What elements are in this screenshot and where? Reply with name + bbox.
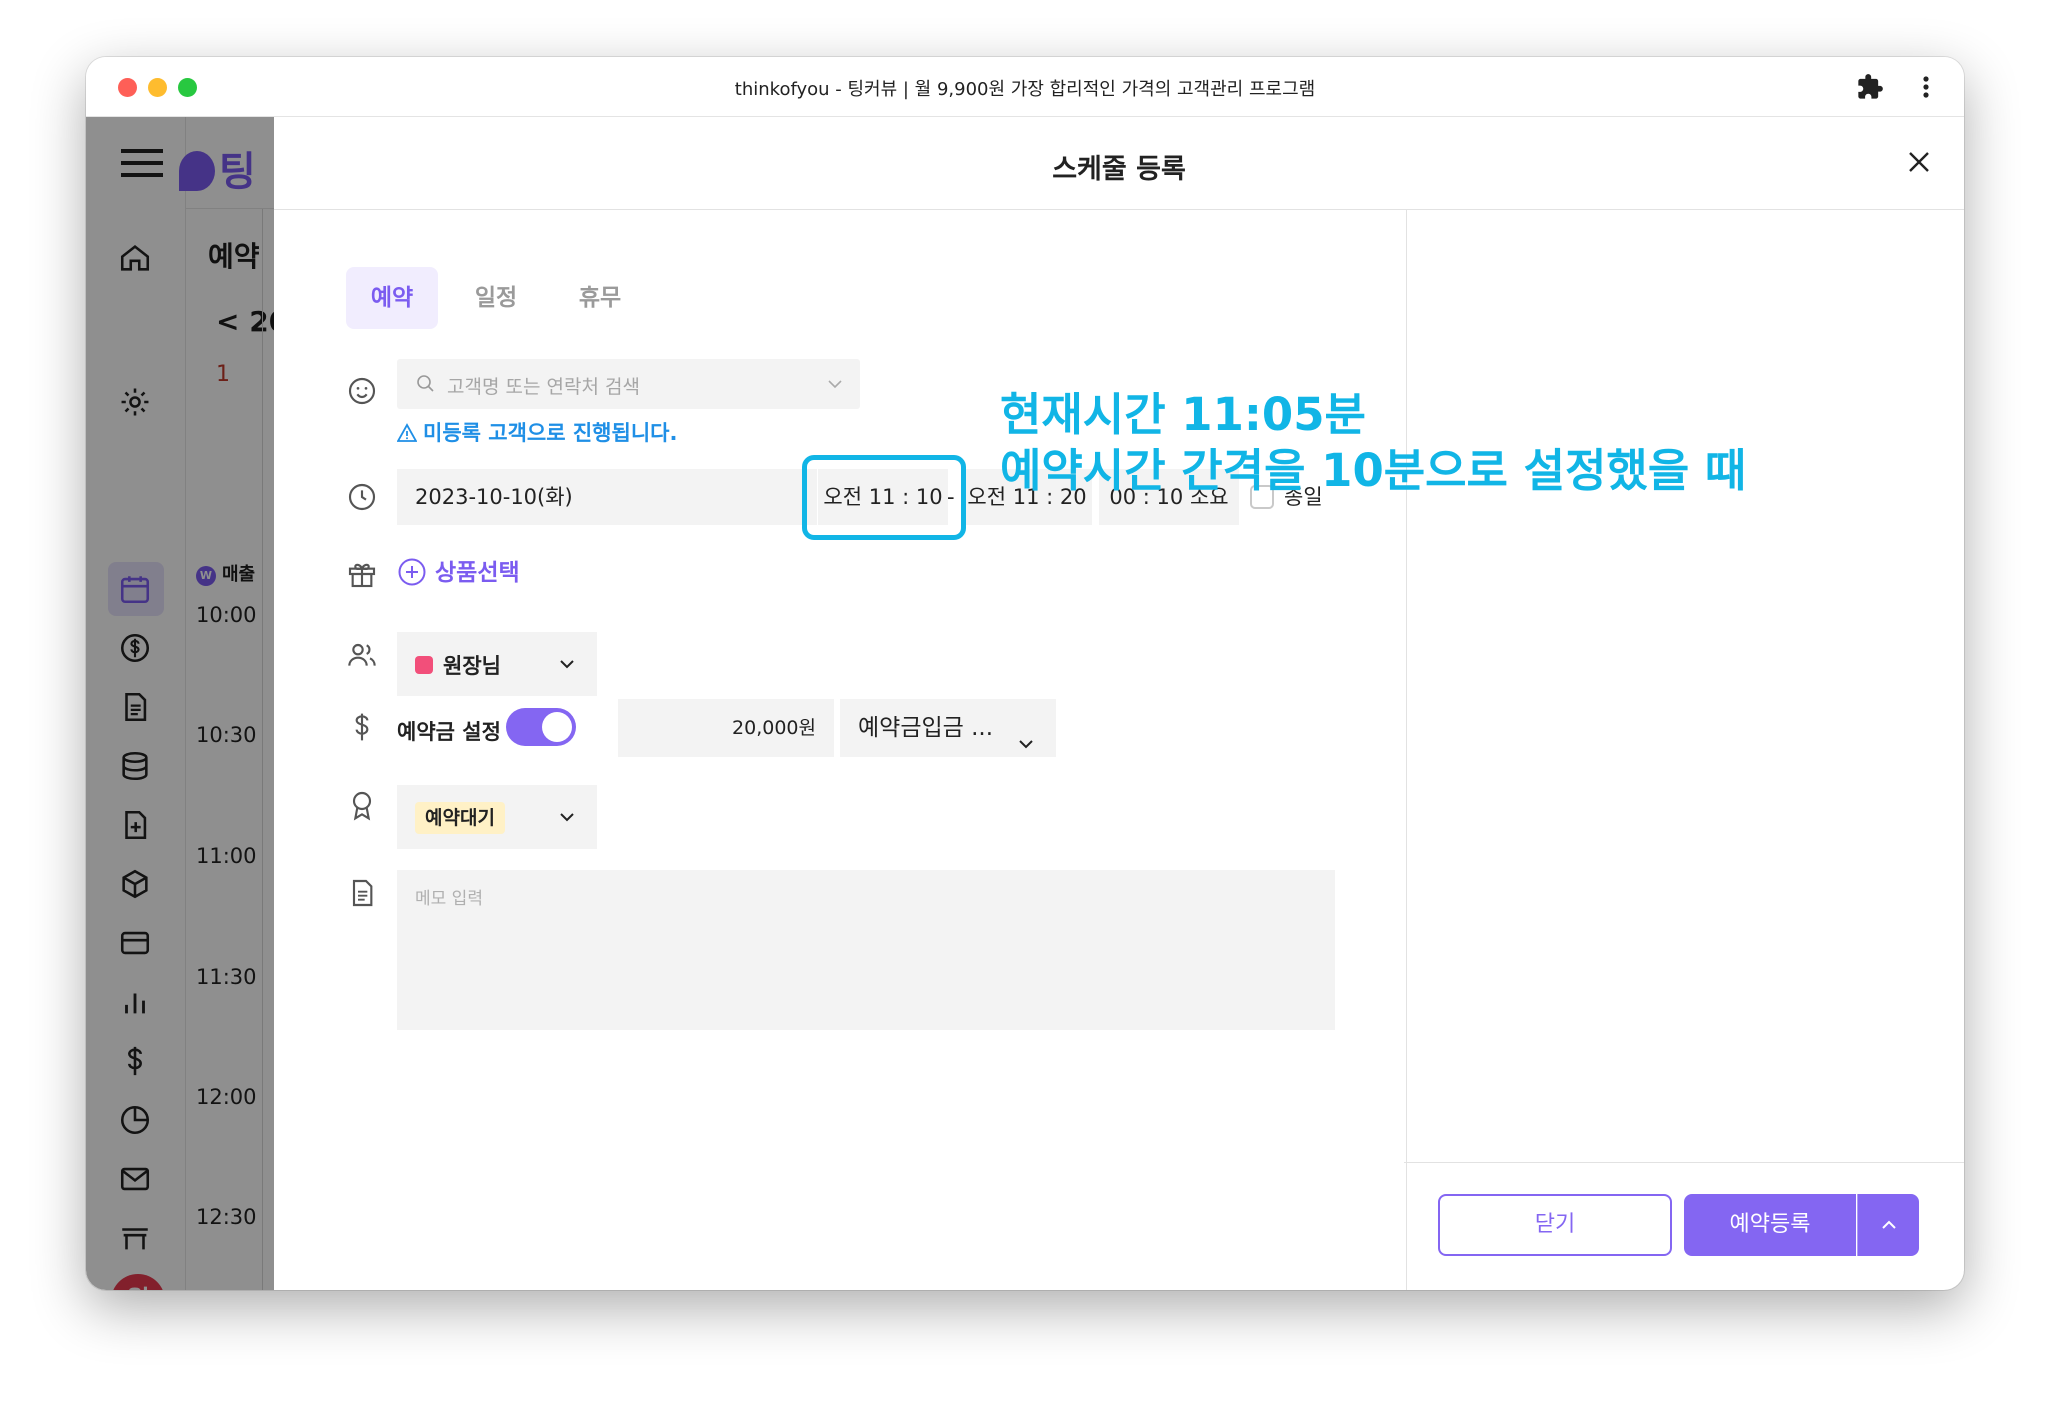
window-title: thinkofyou - 팅커뷰 | 월 9,900원 가장 합리적인 가격의 … (734, 79, 1316, 100)
register-options-button[interactable] (1857, 1194, 1919, 1256)
more-vert-icon[interactable] (1914, 73, 1938, 101)
footer-divider (1404, 1162, 1964, 1163)
browser-window: thinkofyou - 팅커뷰 | 월 9,900원 가장 합리적인 가격의 … (86, 57, 1964, 1290)
deposit-status-label: 예약금입금 ... (858, 715, 994, 741)
toggle-knob (542, 712, 572, 742)
search-icon (415, 373, 437, 395)
deposit-amount-field[interactable]: 20,000원 (618, 699, 834, 757)
chevron-down-icon (1016, 718, 1036, 749)
memo-input[interactable] (397, 870, 1335, 1030)
unregistered-notice: 미등록 고객으로 진행됩니다. (396, 417, 678, 447)
users-icon (346, 639, 378, 671)
close-button[interactable]: 닫기 (1438, 1194, 1672, 1256)
annotation-line-1: 현재시간 11:05분 (1000, 388, 1366, 441)
chevron-down-icon (557, 654, 577, 674)
deposit-status-select[interactable]: 예약금입금 ... (840, 699, 1056, 757)
annotation-line-2: 예약시간 간격을 10분으로 설정했을 때 (1000, 444, 1747, 497)
date-field[interactable]: 2023-10-10(화) (397, 469, 817, 525)
puzzle-extension-icon[interactable] (1856, 73, 1884, 101)
modal-title: 스케줄 등록 (1052, 154, 1186, 185)
title-bar: thinkofyou - 팅커뷰 | 월 9,900원 가장 합리적인 가격의 … (86, 57, 1964, 117)
status-badge: 예약대기 (415, 802, 505, 834)
clock-icon (346, 481, 378, 513)
product-select-button[interactable]: 상품선택 (397, 553, 520, 587)
staff-select[interactable]: 원장님 (397, 632, 597, 696)
unregistered-notice-text: 미등록 고객으로 진행됩니다. (423, 421, 678, 445)
chevron-down-icon (826, 375, 844, 393)
annotation-text: 현재시간 11:05분 예약시간 간격을 10분으로 설정했을 때 (1000, 387, 1746, 499)
plus-circle-icon (397, 557, 427, 587)
deposit-toggle[interactable] (506, 708, 576, 746)
deposit-label: 예약금 설정 (397, 720, 501, 744)
customer-search-placeholder: 고객명 또는 연락처 검색 (447, 376, 640, 398)
tab-schedule[interactable]: 일정 (450, 267, 542, 329)
tab-reservation[interactable]: 예약 (346, 267, 438, 329)
register-button[interactable]: 예약등록 (1684, 1194, 1856, 1256)
award-icon (346, 789, 378, 821)
dollar-sign-icon (346, 711, 378, 743)
schedule-modal: 스케줄 등록 예약 일정 휴무 고객명 또는 연락처 검색 미등록 고객으로 진… (274, 117, 1964, 1290)
staff-label: 원장님 (443, 654, 501, 678)
smile-icon (346, 375, 378, 407)
reservation-status-select[interactable]: 예약대기 (397, 785, 597, 849)
modal-header: 스케줄 등록 (274, 117, 1964, 210)
tab-dayoff[interactable]: 휴무 (554, 267, 646, 329)
close-icon[interactable] (1904, 147, 1934, 177)
memo-icon (346, 877, 378, 909)
product-select-label: 상품선택 (435, 560, 520, 586)
chevron-up-icon (1882, 1220, 1896, 1229)
right-panel-divider (1406, 210, 1407, 1290)
start-time-highlight (802, 455, 966, 540)
gift-icon (346, 558, 378, 590)
chevron-down-icon (557, 807, 577, 827)
warning-icon (396, 423, 418, 443)
customer-search-input[interactable]: 고객명 또는 연락처 검색 (397, 359, 860, 409)
staff-color-dot (415, 656, 433, 674)
